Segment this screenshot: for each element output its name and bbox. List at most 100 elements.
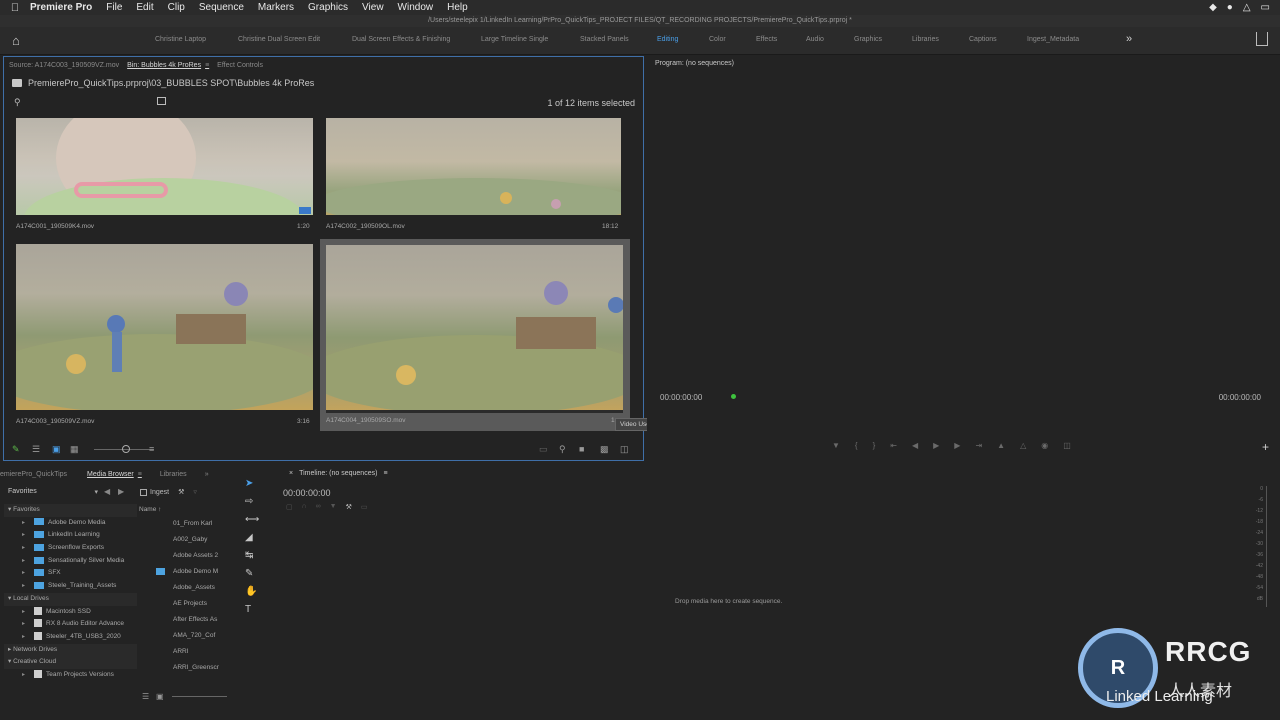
ripple-edit-tool-icon[interactable]: ⟷ — [245, 514, 259, 525]
tree-section-network-drives[interactable]: ▸ Network Drives — [4, 643, 137, 657]
tree-item-team-projects[interactable]: ▸ Team Projects Versions — [4, 669, 137, 682]
mark-in-icon[interactable]: { — [855, 441, 858, 450]
menu-file[interactable]: File — [106, 2, 122, 13]
sort-icon[interactable]: ≡ — [149, 444, 154, 454]
tree-item-folder[interactable]: ▸ Steele_Training_Assets — [4, 580, 137, 593]
zoom-slider-knob[interactable] — [122, 445, 130, 453]
tab-media-browser[interactable]: Media Browser ≡ — [87, 471, 142, 478]
menu-clip[interactable]: Clip — [168, 2, 185, 13]
favorites-dropdown[interactable]: Favorites ▾ — [8, 488, 98, 496]
icon-view-icon[interactable]: ▣ — [156, 692, 164, 701]
tree-section-favorites[interactable]: ▾ Favorites — [4, 504, 137, 517]
captions-icon[interactable]: ▭ — [361, 503, 368, 511]
list-view-icon[interactable]: ☰ — [32, 444, 40, 455]
share-icon[interactable] — [1256, 32, 1268, 46]
tree-section-local-drives[interactable]: ▾ Local Drives — [4, 592, 137, 606]
more-workspaces-icon[interactable]: » — [1126, 33, 1132, 45]
dropbox-icon[interactable]: ◆ — [1209, 2, 1217, 13]
menu-help[interactable]: Help — [447, 2, 468, 13]
wrench-icon[interactable]: ⚒ — [346, 503, 352, 511]
tree-item-folder[interactable]: ▸ Sensationally Silver Media — [4, 555, 137, 568]
nav-back-icon[interactable]: ◀ — [104, 487, 110, 496]
tab-bin[interactable]: Bin: Bubbles 4k ProRes ≡ — [127, 62, 209, 69]
workspace-color[interactable]: Color — [709, 36, 726, 43]
nav-forward-icon[interactable]: ▶ — [118, 487, 124, 496]
pen-tool-icon[interactable]: ✎ — [245, 568, 253, 579]
snap-icon[interactable]: ∩ — [302, 503, 307, 511]
file-row[interactable]: After Effects As — [139, 612, 224, 628]
clip-item-selected[interactable]: A174C004_190509SO.mov 1: — [320, 239, 630, 431]
step-back-icon[interactable]: ◀ — [912, 441, 918, 450]
razor-tool-icon[interactable]: ◢ — [245, 532, 253, 543]
search-icon[interactable]: ⚲ — [14, 97, 21, 108]
apple-icon[interactable]:  — [0, 2, 30, 14]
ingest-checkbox[interactable] — [140, 488, 147, 496]
tab-source[interactable]: Source: A174C003_190509VZ.mov — [9, 62, 119, 69]
new-bin-icon[interactable]: ■ — [579, 444, 584, 454]
extract-icon[interactable]: △ — [1020, 441, 1026, 450]
menu-view[interactable]: View — [362, 2, 384, 13]
file-row[interactable]: Adobe_Assets — [139, 580, 224, 596]
workspace-large-timeline[interactable]: Large Timeline Single — [481, 36, 548, 43]
pencil-icon[interactable]: ✎ — [12, 444, 20, 455]
program-title[interactable]: Program: (no sequences) — [655, 60, 734, 67]
workspace-christine-laptop[interactable]: Christine Laptop — [155, 36, 206, 43]
linked-selection-icon[interactable]: ∞ — [316, 503, 321, 511]
add-marker-icon[interactable]: ▼ — [330, 503, 337, 511]
export-frame-icon[interactable]: ◉ — [1041, 441, 1048, 450]
trash-icon[interactable]: ◫ — [620, 444, 629, 455]
step-forward-icon[interactable]: ▶ — [954, 441, 960, 450]
tree-item-folder[interactable]: ▸ Screenflow Exports — [4, 542, 137, 555]
new-search-bin-icon[interactable] — [157, 97, 166, 105]
find-icon[interactable]: ⚲ — [559, 444, 566, 455]
zoom-slider-track[interactable] — [172, 696, 227, 697]
workspace-graphics[interactable]: Graphics — [854, 36, 882, 43]
file-row[interactable]: AE Projects — [139, 596, 224, 612]
workspace-stacked-panels[interactable]: Stacked Panels — [580, 36, 629, 43]
tree-item-drive[interactable]: ▸ RX 8 Audio Editor Advance — [4, 618, 137, 631]
workspace-effects-finishing[interactable]: Dual Screen Effects & Finishing — [352, 36, 450, 43]
panel-menu-icon[interactable]: ≡ — [205, 62, 209, 69]
filter-icon[interactable]: ▿ — [193, 488, 197, 496]
go-to-in-icon[interactable]: ⇤ — [890, 441, 897, 450]
file-row[interactable]: Adobe Demo M — [139, 564, 224, 580]
add-button-icon[interactable]: + — [1262, 440, 1269, 454]
workspace-dual-screen-edit[interactable]: Christine Dual Screen Edit — [238, 36, 320, 43]
tree-section-creative-cloud[interactable]: ▾ Creative Cloud — [4, 656, 137, 669]
close-icon[interactable]: × — [289, 470, 293, 477]
tree-item-folder[interactable]: ▸ Adobe Demo Media — [4, 517, 137, 530]
go-to-out-icon[interactable]: ⇥ — [975, 441, 982, 450]
slip-tool-icon[interactable]: ↹ — [245, 550, 253, 561]
type-tool-icon[interactable]: T — [245, 604, 251, 615]
wifi-icon[interactable]: △ — [1243, 2, 1251, 13]
lift-icon[interactable]: ▲ — [997, 441, 1005, 450]
tab-project[interactable]: emierePro_QuickTips — [0, 471, 67, 478]
clip-item[interactable]: A174C001_190509K4.mov 1:20 — [16, 118, 316, 234]
comparison-view-icon[interactable]: ◫ — [1063, 441, 1071, 450]
program-timecode-current[interactable]: 00:00:00:00 — [660, 393, 702, 402]
clip-item[interactable]: A174C002_190509OL.mov 18:12 — [326, 118, 626, 234]
workspace-editing[interactable]: Editing — [657, 36, 678, 43]
workspace-audio[interactable]: Audio — [806, 36, 824, 43]
menu-graphics[interactable]: Graphics — [308, 2, 348, 13]
icon-view-icon[interactable]: ▣ — [52, 444, 61, 455]
file-row[interactable]: ARRI — [139, 644, 224, 660]
menu-window[interactable]: Window — [398, 2, 434, 13]
file-row[interactable]: A002_Gaby — [139, 532, 224, 548]
wrench-icon[interactable]: ⚒ — [178, 488, 184, 496]
ingest-toggle[interactable]: Ingest ⚒ ▿ — [140, 488, 197, 496]
file-row[interactable]: Adobe Assets 2 — [139, 548, 224, 564]
tree-item-folder[interactable]: ▸ LinkedIn Learning — [4, 529, 137, 542]
battery-icon[interactable]: ▭ — [1261, 2, 1270, 13]
cc-icon[interactable]: ● — [1227, 2, 1233, 13]
list-view-icon[interactable]: ☰ — [142, 692, 149, 701]
name-column-header[interactable]: Name ↑ — [139, 504, 224, 516]
freeform-view-icon[interactable]: ▦ — [70, 444, 79, 455]
workspace-captions[interactable]: Captions — [969, 36, 997, 43]
menu-edit[interactable]: Edit — [136, 2, 153, 13]
marker-icon[interactable]: ▼ — [832, 441, 840, 450]
menu-sequence[interactable]: Sequence — [199, 2, 244, 13]
file-row[interactable]: ARRI_Greenscr — [139, 660, 224, 676]
automate-to-sequence-icon[interactable]: ▭ — [539, 444, 548, 455]
tab-effect-controls[interactable]: Effect Controls — [217, 62, 263, 69]
